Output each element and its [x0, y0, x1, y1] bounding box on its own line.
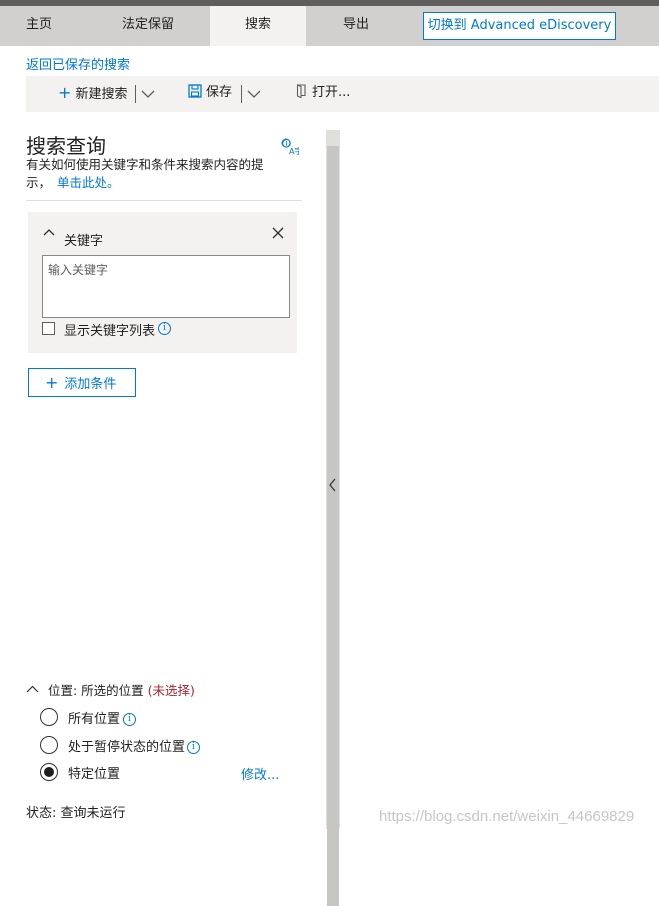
back-to-saved-searches-link[interactable]: 返回已保存的搜索 — [26, 54, 130, 73]
keyword-input[interactable] — [42, 255, 290, 318]
plus-icon: + — [45, 373, 59, 392]
new-search-label: 新建搜索 — [75, 87, 128, 102]
radio-all-locations[interactable] — [40, 708, 58, 726]
add-condition-button[interactable]: + 添加条件 — [28, 368, 136, 397]
search-query-title: 搜索查询 — [26, 134, 106, 158]
svg-text:A字: A字 — [289, 146, 299, 156]
panel-splitter[interactable] — [326, 130, 340, 906]
chevron-left-icon[interactable] — [327, 478, 339, 492]
info-icon[interactable]: i — [123, 713, 136, 726]
show-keyword-list-label: 显示关键字列表 — [64, 324, 156, 339]
save-label: 保存 — [206, 85, 233, 100]
info-icon[interactable]: i — [187, 741, 200, 754]
keyword-card: 关键字 显示关键字列表 i — [28, 212, 297, 353]
tab-export[interactable]: 导出 — [320, 6, 392, 46]
locations-label: 位置: 所选的位置 — [48, 683, 144, 698]
toolbar-separator — [241, 85, 242, 103]
open-button[interactable]: 打开... — [296, 76, 350, 112]
new-search-button[interactable]: + 新建搜索 — [58, 76, 128, 112]
show-keyword-list-checkbox[interactable] — [42, 322, 55, 335]
divider — [26, 200, 302, 201]
scrollbar-thumb[interactable] — [327, 146, 339, 906]
search-query-help: 有关如何使用关键字和条件来搜索内容的提示， 单击此处。 — [26, 156, 276, 192]
translate-icon[interactable]: 🛈 A字 — [281, 138, 299, 156]
save-button[interactable]: 保存 — [188, 76, 232, 112]
switch-advanced-ediscovery-button[interactable]: 切换到 Advanced eDiscovery — [423, 12, 616, 40]
close-icon[interactable] — [272, 227, 284, 239]
locations-header: 位置: 所选的位置 (未选择) — [48, 680, 195, 699]
radio-specific-locations[interactable] — [40, 763, 58, 781]
keyword-title: 关键字 — [64, 234, 104, 249]
save-icon — [188, 84, 202, 98]
toolbar: + 新建搜索 保存 打开... — [26, 76, 659, 112]
help-click-here-link[interactable]: 单击此处。 — [57, 175, 120, 190]
query-status: 状态: 查询未运行 — [26, 806, 126, 821]
modify-locations-link[interactable]: 修改... — [241, 764, 279, 783]
tab-legal-hold[interactable]: 法定保留 — [100, 6, 196, 46]
toolbar-separator — [135, 85, 136, 103]
tab-search[interactable]: 搜索 — [210, 6, 306, 46]
open-label: 打开... — [312, 85, 351, 100]
save-dropdown-chevron-icon[interactable] — [246, 86, 262, 102]
add-condition-label: 添加条件 — [64, 377, 117, 392]
open-book-icon — [296, 84, 306, 99]
plus-icon: + — [58, 83, 72, 102]
chevron-up-icon[interactable] — [42, 226, 56, 240]
radio-on-hold-locations[interactable] — [40, 736, 58, 754]
locations-chevron-up-icon[interactable] — [26, 683, 39, 696]
radio-on-hold-locations-label: 处于暂停状态的位置 — [68, 740, 186, 755]
new-search-dropdown-chevron-icon[interactable] — [140, 86, 156, 102]
locations-unselected: (未选择) — [147, 683, 195, 698]
top-tab-bar: 主页 法定保留 搜索 导出 切换到 Advanced eDiscovery — [0, 6, 659, 46]
radio-selected-dot — [44, 767, 54, 777]
radio-specific-locations-label: 特定位置 — [68, 767, 121, 782]
tab-home[interactable]: 主页 — [0, 6, 78, 46]
info-icon[interactable]: i — [158, 322, 171, 335]
radio-all-locations-label: 所有位置 — [68, 712, 121, 727]
watermark: https://blog.csdn.net/weixin_44669829 — [379, 808, 635, 825]
